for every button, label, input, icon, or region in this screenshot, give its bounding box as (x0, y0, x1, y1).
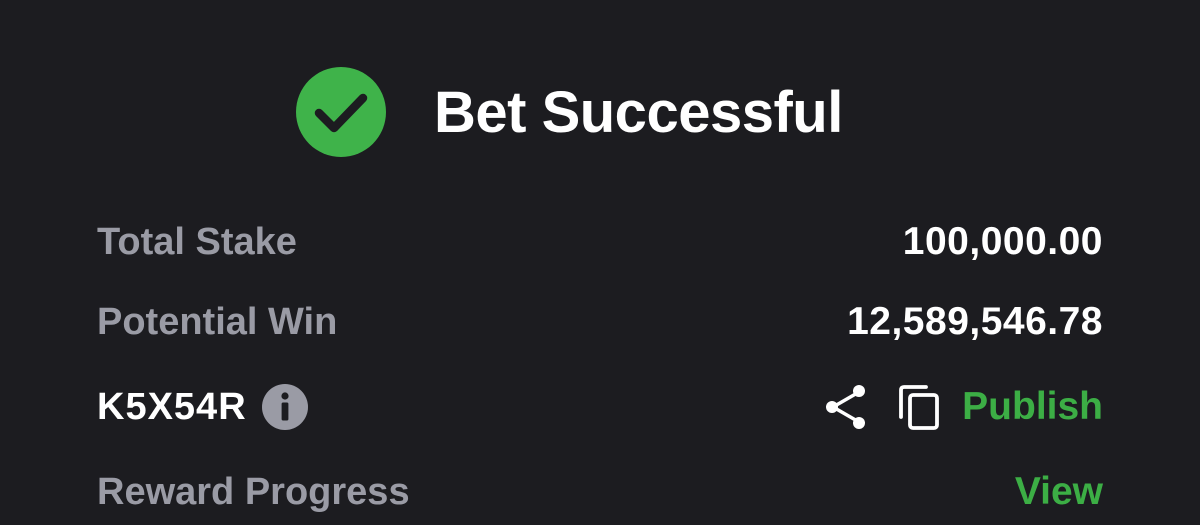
booking-code-row: K5X54R Publish (97, 382, 1103, 432)
success-header: Bet Successful (296, 67, 843, 157)
reward-progress-row: Reward Progress View (97, 468, 1103, 516)
booking-code: K5X54R (97, 385, 247, 428)
page-title: Bet Successful (434, 79, 843, 145)
total-stake-row: Total Stake 100,000.00 (97, 218, 1103, 266)
reward-progress-label: Reward Progress (97, 470, 410, 513)
view-reward-link[interactable]: View (1015, 470, 1103, 514)
total-stake-label: Total Stake (97, 220, 297, 263)
publish-button[interactable]: Publish (962, 385, 1103, 429)
total-stake-value: 100,000.00 (902, 220, 1103, 263)
potential-win-value: 12,589,546.78 (847, 300, 1103, 343)
booking-code-group: K5X54R (97, 383, 309, 431)
check-circle-icon (296, 67, 386, 157)
potential-win-label: Potential Win (97, 300, 338, 343)
copy-icon[interactable] (898, 383, 940, 431)
info-icon[interactable] (261, 383, 309, 431)
potential-win-row: Potential Win 12,589,546.78 (97, 298, 1103, 346)
share-icon[interactable] (824, 383, 868, 431)
booking-actions: Publish (824, 383, 1103, 431)
